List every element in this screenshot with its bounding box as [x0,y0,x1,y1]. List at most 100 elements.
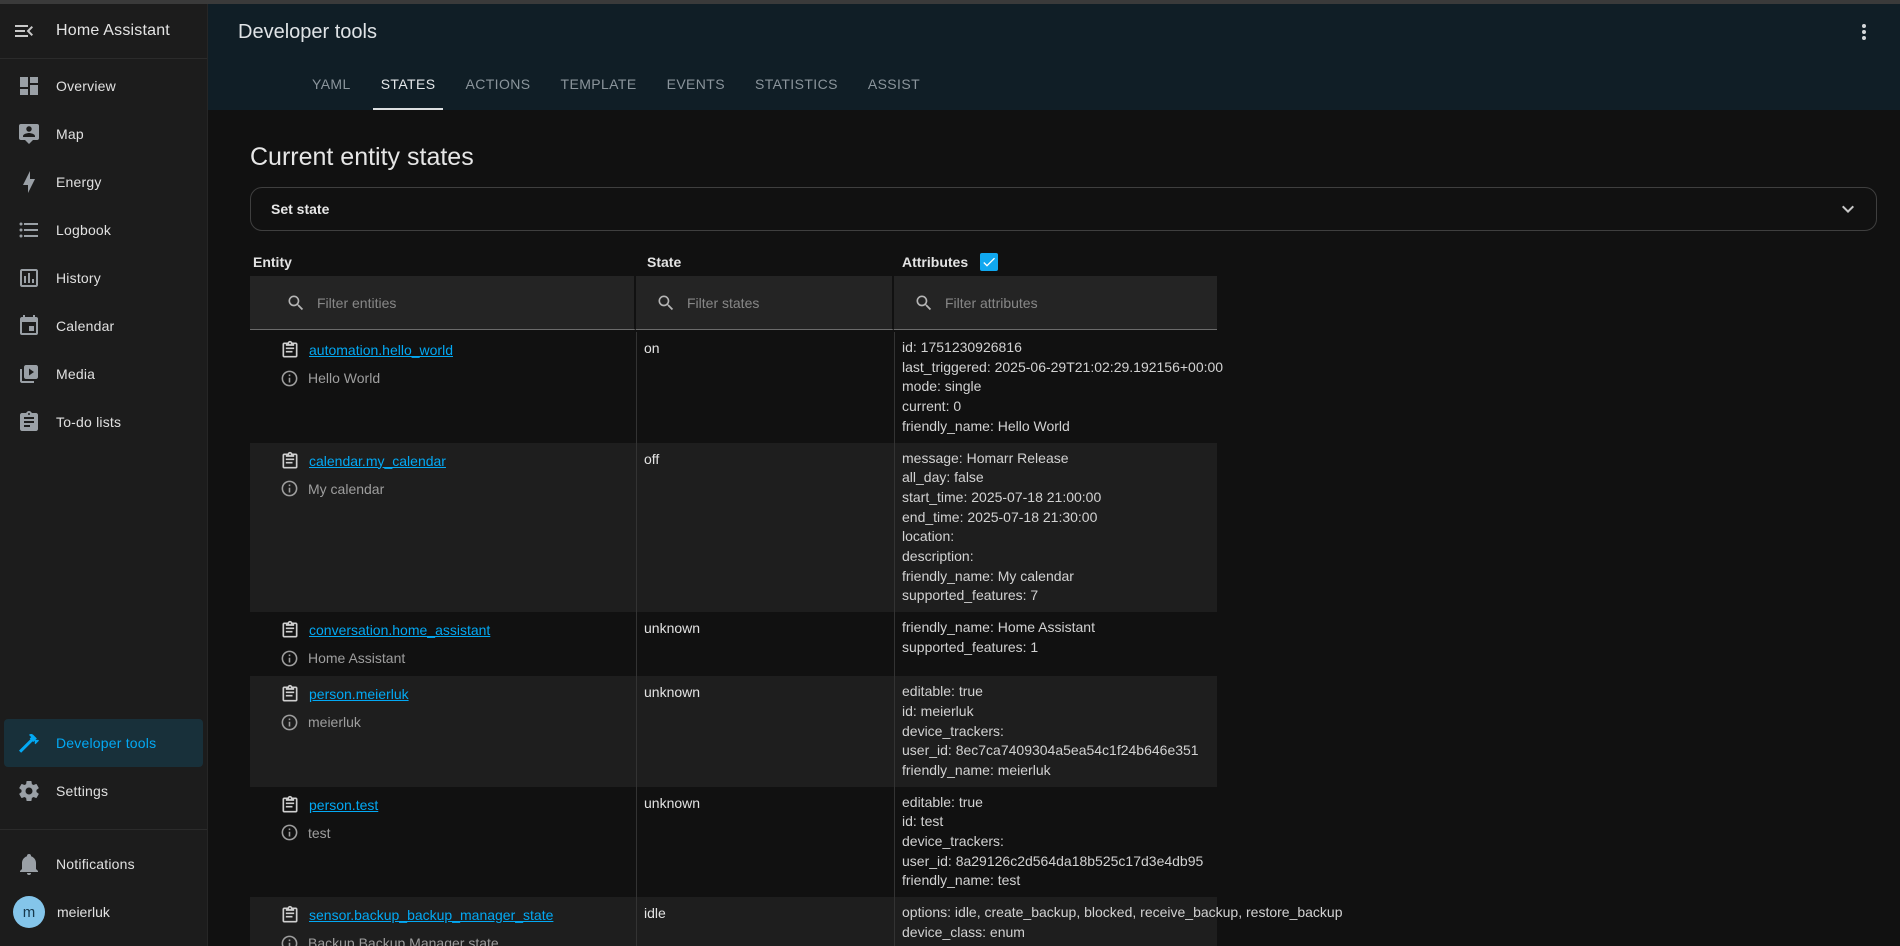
entity-attributes: message: Homarr Releaseall_day: falsesta… [894,443,1217,613]
attribute-line: end_time: 2025-07-18 21:30:00 [902,508,1209,528]
sidebar-item-developer-tools[interactable]: Developer tools [4,719,203,767]
sidebar-item-label: Calendar [56,318,114,334]
attribute-line: id: 1751230926816 [902,338,1209,358]
filter-attributes-field[interactable] [894,276,1217,330]
attribute-line: supported_features: 1 [902,638,1209,658]
tab-statistics[interactable]: STATISTICS [747,60,846,110]
filter-attributes-input[interactable] [945,295,1157,311]
entity-state: off [636,443,894,613]
entity-attributes: editable: trueid: testdevice_trackers:us… [894,787,1217,898]
sidebar-bottom-nav: Developer tools Settings [0,716,207,815]
format-list-bulleted-icon [17,218,41,242]
filter-entities-input[interactable] [317,295,561,311]
tab-events[interactable]: EVENTS [659,60,733,110]
sidebar-item-label: Settings [56,783,108,799]
attribute-line: device_trackers: [902,722,1209,742]
info-icon[interactable] [280,934,299,946]
tab-assist[interactable]: ASSIST [860,60,928,110]
sidebar-item-label: Logbook [56,222,111,238]
entity-cell: person.meierluk meierluk [250,676,636,787]
entity-link[interactable]: conversation.home_assistant [309,622,490,638]
attribute-line: last_triggered: 2025-06-29T21:02:29.1921… [902,358,1209,378]
sidebar-nav: Overview Map Energy Logbook History Cale… [0,59,207,446]
copy-entity-id-icon[interactable] [280,620,300,640]
sidebar-item-map[interactable]: Map [0,110,207,158]
search-icon [914,293,934,313]
table-header: Entity State Attributes [250,248,1217,276]
entity-cell: automation.hello_world Hello World [250,332,636,443]
table-row: person.test test unknown editable: truei… [250,787,1217,898]
tab-states[interactable]: STATES [373,60,444,110]
set-state-label: Set state [271,201,329,217]
sidebar-item-label: Developer tools [56,735,156,751]
section-heading: Current entity states [250,140,1877,174]
column-header-attributes: Attributes [894,253,1217,271]
attribute-line: editable: true [902,682,1209,702]
bell-icon [17,852,41,876]
filter-entities-field[interactable] [250,276,636,330]
entity-cell: person.test test [250,787,636,898]
entity-name: Home Assistant [308,650,405,666]
sidebar-item-energy[interactable]: Energy [0,158,207,206]
attribute-line: current: 0 [902,397,1209,417]
entity-link[interactable]: person.test [309,797,378,813]
tab-template[interactable]: TEMPLATE [553,60,645,110]
menu-open-icon[interactable] [12,19,36,43]
entity-states-table: Entity State Attributes [250,248,1217,946]
entity-link[interactable]: sensor.backup_backup_manager_state [309,907,553,923]
sidebar-item-label: To-do lists [56,414,121,430]
sidebar-item-settings[interactable]: Settings [0,767,207,815]
entity-name: My calendar [308,481,384,497]
entity-cell: sensor.backup_backup_manager_state Backu… [250,897,636,946]
sidebar-item-label: History [56,270,101,286]
entity-name: test [308,825,331,841]
entity-link[interactable]: calendar.my_calendar [309,453,446,469]
attribute-line: mode: single [902,377,1209,397]
entity-attributes: friendly_name: Home Assistantsupported_f… [894,612,1217,676]
attributes-label: Attributes [902,254,968,270]
tab-yaml[interactable]: YAML [304,60,359,110]
entity-name: Hello World [308,370,380,386]
play-box-multiple-icon [17,362,41,386]
info-icon[interactable] [280,369,299,388]
filter-states-input[interactable] [687,295,852,311]
attribute-line: friendly_name: meierluk [902,761,1209,781]
filter-row [250,276,1217,332]
info-icon[interactable] [280,823,299,842]
copy-entity-id-icon[interactable] [280,795,300,815]
lightning-bolt-icon [17,170,41,194]
set-state-expander[interactable]: Set state [250,187,1877,231]
sidebar-item-overview[interactable]: Overview [0,62,207,110]
copy-entity-id-icon[interactable] [280,340,300,360]
sidebar-item-logbook[interactable]: Logbook [0,206,207,254]
attribute-line: description: [902,547,1209,567]
table-row: sensor.backup_backup_manager_state Backu… [250,897,1217,946]
attributes-checkbox[interactable] [980,253,998,271]
info-icon[interactable] [280,649,299,668]
info-icon[interactable] [280,713,299,732]
entity-link[interactable]: automation.hello_world [309,342,453,358]
attribute-line: device_trackers: [902,832,1209,852]
overflow-menu-icon[interactable] [1852,20,1876,44]
tab-actions[interactable]: ACTIONS [457,60,538,110]
sidebar-item-to-do-lists[interactable]: To-do lists [0,398,207,446]
entity-link[interactable]: person.meierluk [309,686,409,702]
filter-states-field[interactable] [636,276,894,330]
copy-entity-id-icon[interactable] [280,684,300,704]
sidebar-item-notifications[interactable]: Notifications [0,840,207,888]
copy-entity-id-icon[interactable] [280,905,300,925]
sidebar-item-history[interactable]: History [0,254,207,302]
sidebar-item-media[interactable]: Media [0,350,207,398]
column-header-state: State [636,254,894,270]
search-icon [286,293,306,313]
sidebar-item-calendar[interactable]: Calendar [0,302,207,350]
entity-state: unknown [636,612,894,676]
table-body: automation.hello_world Hello World on id… [250,332,1217,946]
attribute-line: id: meierluk [902,702,1209,722]
copy-entity-id-icon[interactable] [280,451,300,471]
sidebar-item-label: Media [56,366,95,382]
sidebar-user[interactable]: m meierluk [0,888,207,936]
entity-name: Backup Backup Manager state [308,935,499,946]
info-icon[interactable] [280,479,299,498]
table-row: conversation.home_assistant Home Assista… [250,612,1217,676]
